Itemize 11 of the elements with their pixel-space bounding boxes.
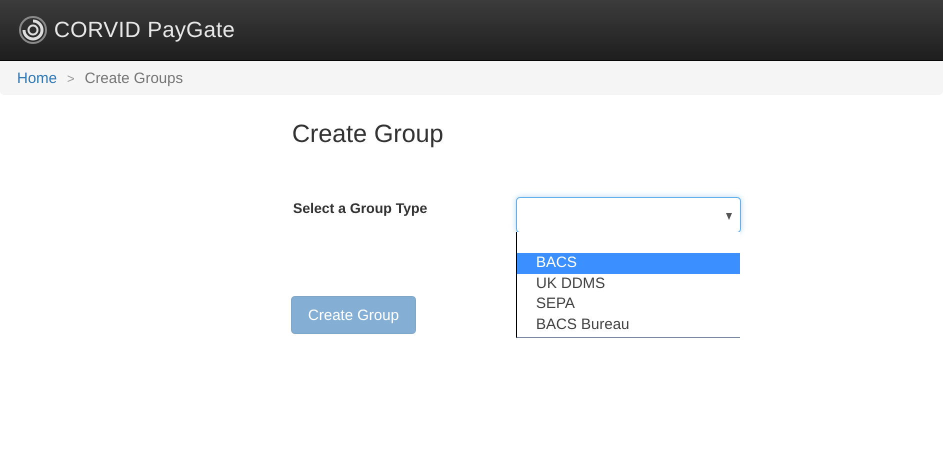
page-title: Create Group [292,119,444,149]
dropdown-option[interactable]: SEPA [517,294,740,314]
dropdown-option[interactable]: UK DDMS [517,274,740,294]
dropdown-option[interactable]: BACS Bureau [517,314,740,335]
brand-name: CORVID PayGate [54,17,236,43]
breadcrumb-link[interactable]: Home [17,70,58,86]
field-label: Select a Group Type [292,200,428,218]
caret-icon [726,213,732,220]
breadcrumb-current: Create Groups [84,70,183,86]
breadcrumb-separator: > [67,70,75,86]
logo-icon [18,15,48,45]
